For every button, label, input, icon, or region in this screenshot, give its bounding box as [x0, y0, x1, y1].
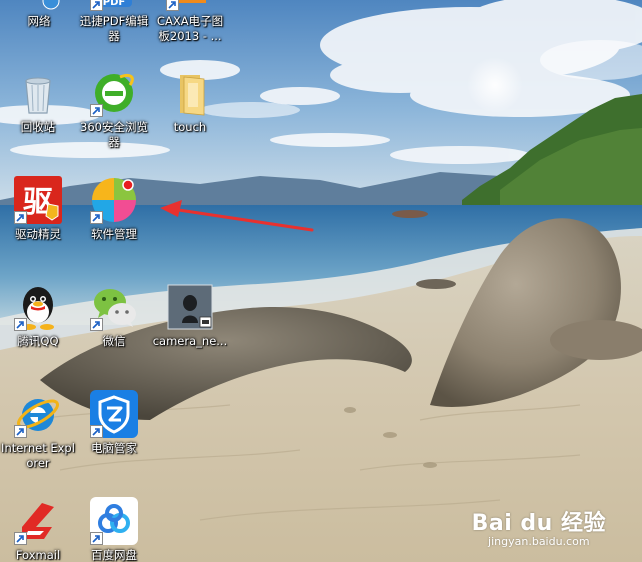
desktop-icon-software-manager[interactable]: 软件管理 — [76, 176, 152, 242]
folder-icon — [180, 75, 205, 116]
desktop-icon-360-browser[interactable]: 360安全浏览器 — [76, 69, 152, 150]
icon-label: 网络 — [27, 14, 51, 28]
svg-text:PDF: PDF — [103, 0, 125, 8]
shortcut-arrow-icon — [90, 318, 103, 331]
shortcut-arrow-icon — [90, 0, 103, 11]
watermark-brand: Bai du 经验 — [471, 511, 606, 536]
icon-label: camera_ne... — [152, 334, 228, 348]
shortcut-arrow-icon — [14, 532, 27, 545]
desktop-icon-driver-genius[interactable]: 驱 驱动精灵 — [0, 176, 76, 242]
shortcut-arrow-icon — [14, 211, 27, 224]
desktop-icon-network[interactable]: 网络 — [1, 0, 77, 29]
desktop-icon-pc-manager[interactable]: 电脑管家 — [76, 390, 152, 456]
icon-label: 360安全浏览器 — [80, 120, 148, 149]
icon-label: touch — [173, 120, 207, 134]
desktop-icon-baidu-netdisk[interactable]: 百度网盘 — [76, 497, 152, 562]
icon-label: 软件管理 — [91, 227, 137, 241]
icon-label: Foxmail — [15, 548, 61, 562]
shortcut-arrow-icon — [166, 0, 179, 11]
shortcut-arrow-icon — [90, 532, 103, 545]
recycle-bin-icon — [25, 77, 51, 114]
desktop-icon-foxmail[interactable]: Foxmail — [0, 497, 76, 562]
desktop-icon-internet-explorer[interactable]: Internet Explorer — [0, 390, 76, 471]
icon-label: 电脑管家 — [91, 441, 137, 455]
icon-label: 驱动精灵 — [15, 227, 61, 241]
shortcut-arrow-icon — [14, 425, 27, 438]
icon-label: Internet Explorer — [1, 441, 75, 470]
camera-file-icon — [167, 284, 213, 330]
baidu-jingyan-watermark: Bai du 经验 jingyan.baidu.com — [472, 505, 606, 548]
shortcut-arrow-icon — [14, 318, 27, 331]
desktop-icon-camera-file[interactable]: camera_ne... — [152, 283, 228, 349]
icon-label: 百度网盘 — [91, 548, 137, 562]
watermark-site: jingyan.baidu.com — [488, 535, 590, 548]
desktop-icon-pdf-editor[interactable]: PDF 迅捷PDF编辑器 — [76, 0, 152, 44]
desktop-icon-recycle-bin[interactable]: 回收站 — [0, 69, 76, 135]
shortcut-arrow-icon — [90, 104, 103, 117]
icon-label: 回收站 — [20, 120, 56, 134]
icon-label: 微信 — [102, 334, 126, 348]
shortcut-arrow-icon — [90, 211, 103, 224]
desktop-icon-wechat[interactable]: 微信 — [76, 283, 152, 349]
desktop[interactable]: 网络 PDF 迅捷PDF编辑器 CAXA电子图板2013 - ... 回收站 3… — [0, 0, 642, 562]
shortcut-arrow-icon — [90, 425, 103, 438]
desktop-icon-caxa[interactable]: CAXA电子图板2013 - ... — [152, 0, 228, 44]
desktop-icon-touch-folder[interactable]: touch — [152, 69, 228, 135]
icon-label: 迅捷PDF编辑器 — [79, 14, 149, 43]
network-icon — [42, 0, 60, 10]
icon-label: 腾讯QQ — [17, 334, 59, 348]
desktop-icon-qq[interactable]: 腾讯QQ — [0, 283, 76, 349]
icon-label: CAXA电子图板2013 - ... — [156, 14, 224, 43]
